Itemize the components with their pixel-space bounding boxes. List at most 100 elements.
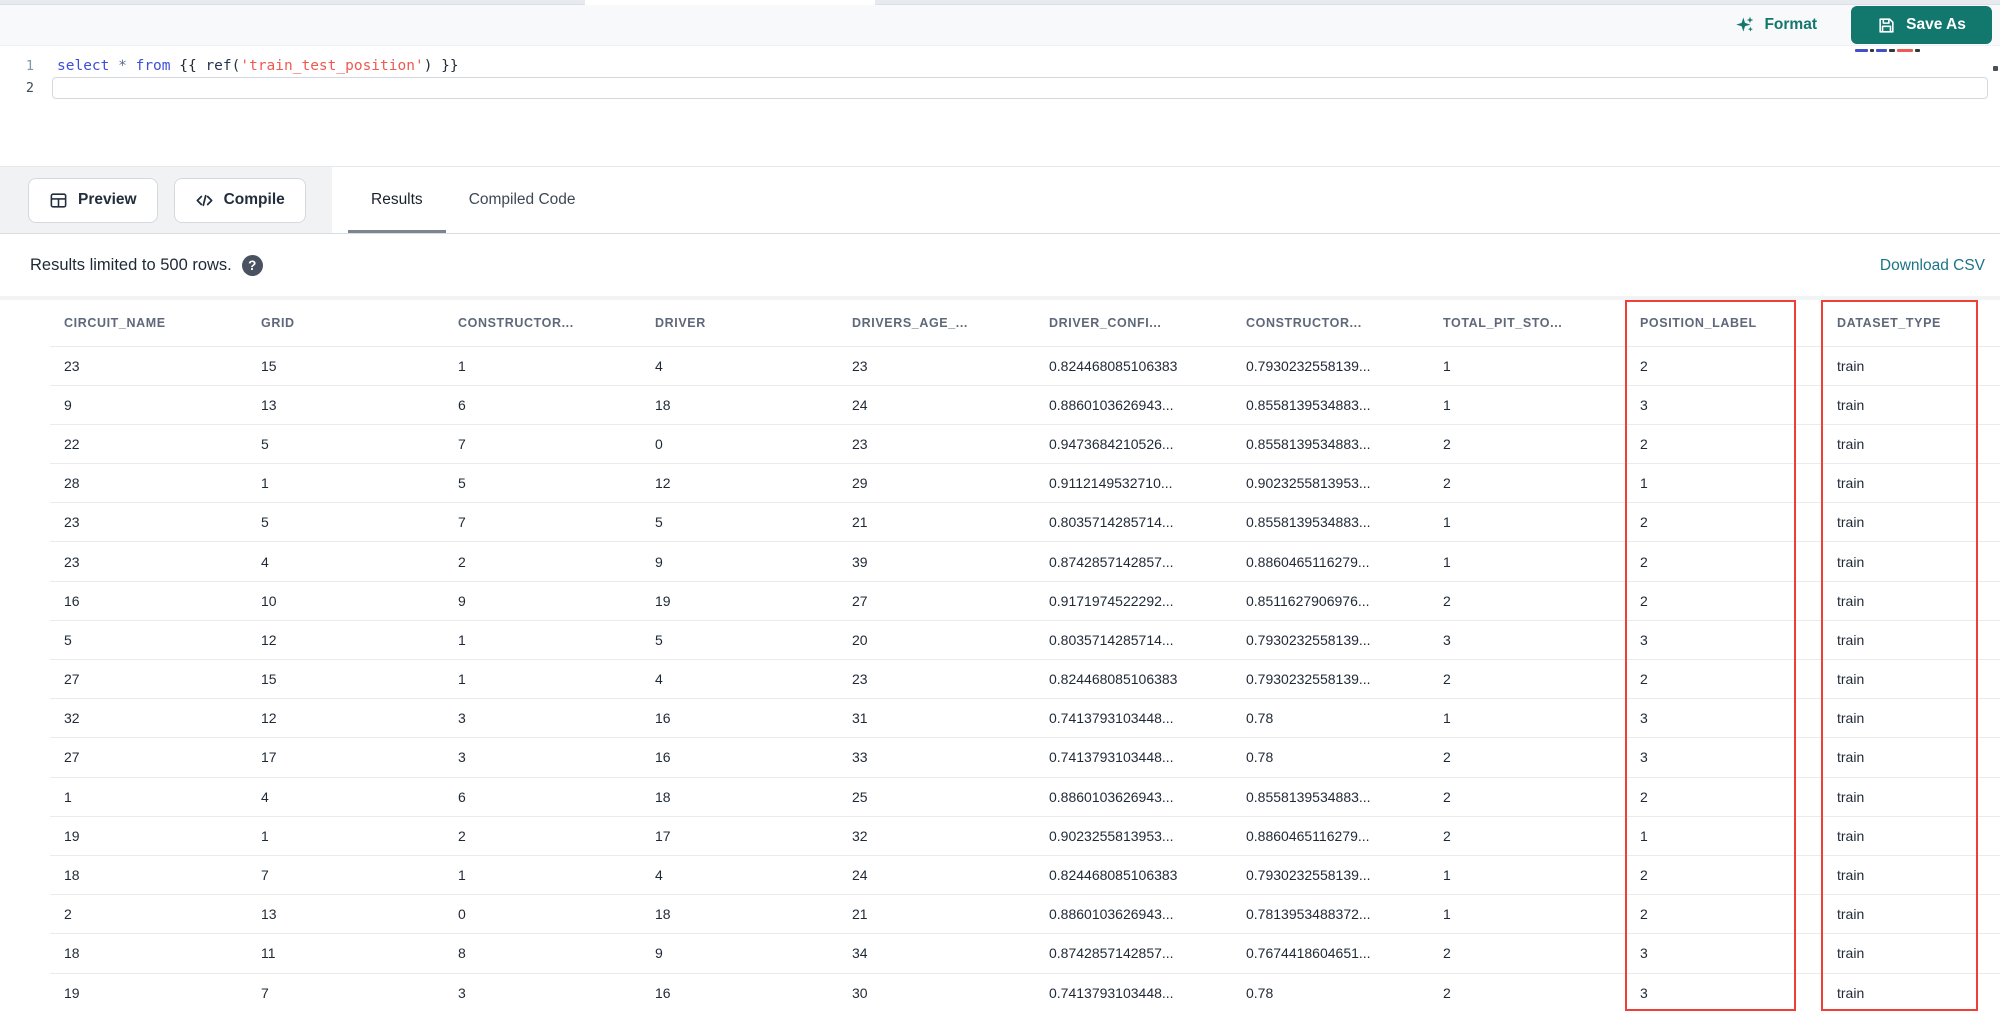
table-cell: 0.7930232558139... — [1232, 345, 1429, 386]
table-cell: 5 — [50, 619, 247, 660]
highlight-box-position-label — [1625, 300, 1796, 1011]
table-cell: 27 — [50, 737, 247, 778]
table-cell: 15 — [247, 658, 444, 699]
results-tabs: Results Compiled Code — [348, 167, 599, 233]
code-token: from — [135, 58, 171, 74]
column-header-circuit-name: CIRCUIT_NAME — [64, 315, 166, 330]
table-cell: 12 — [641, 463, 838, 503]
table-cell: 7 — [247, 854, 444, 895]
table-cell: 18 — [641, 384, 838, 425]
download-csv-link[interactable]: Download CSV — [1880, 257, 1985, 275]
table-cell: 23 — [50, 345, 247, 386]
tab-results-label: Results — [371, 191, 423, 208]
table-cell: 1 — [444, 619, 641, 660]
table-cell: 5 — [247, 502, 444, 542]
format-button[interactable]: Format — [1735, 15, 1817, 35]
results-toolbar: Preview Compile Results Compiled Code — [0, 166, 2000, 234]
code-token: 'train_test_position' — [240, 58, 424, 74]
minimap-mark — [1870, 49, 1874, 52]
table-cell: 0.8742857142857... — [1035, 541, 1232, 582]
table-cell: 0.8035714285714... — [1035, 502, 1232, 542]
preview-label: Preview — [78, 191, 137, 208]
table-cell: 0.7674418604651... — [1232, 933, 1429, 973]
code-text: select * from {{ ref('train_test_positio… — [34, 58, 459, 74]
table-cell: 0.7930232558139... — [1232, 619, 1429, 660]
table-cell: 4 — [641, 345, 838, 386]
tab-results[interactable]: Results — [348, 167, 446, 233]
editor-minimap[interactable] — [1855, 48, 1920, 53]
column-header-driver-confi: DRIVER_CONFI... — [1049, 315, 1162, 330]
code-token: ref( — [205, 58, 241, 74]
table-cell: 2 — [1429, 933, 1626, 973]
table-cell: 7 — [444, 423, 641, 464]
table-cell: 18 — [641, 894, 838, 934]
table-cell: 9 — [641, 541, 838, 582]
table-cell: 2 — [1429, 658, 1626, 699]
active-line-indicator — [52, 77, 1988, 99]
compile-button[interactable]: Compile — [173, 177, 306, 223]
minimap-mark — [1897, 49, 1913, 52]
sparkles-icon — [1735, 15, 1755, 35]
table-cell: 23 — [50, 502, 247, 542]
code-line-1: 1 select * from {{ ref('train_test_posit… — [0, 55, 2000, 77]
table-cell: 23 — [838, 423, 1035, 464]
table-cell: 31 — [838, 698, 1035, 738]
table-cell: 5 — [641, 502, 838, 542]
table-cell: 2 — [444, 541, 641, 582]
table-cell: 12 — [247, 619, 444, 660]
minimap-mark — [1876, 49, 1887, 52]
column-header-drivers-age: DRIVERS_AGE_... — [852, 315, 968, 330]
save-as-button[interactable]: Save As — [1851, 6, 1992, 44]
column-header-constructor: CONSTRUCTOR... — [458, 315, 574, 330]
results-limit-text: Results limited to 500 rows. — [30, 256, 232, 274]
table-cell: 0.9023255813953... — [1035, 815, 1232, 856]
table-cell: 1 — [1429, 698, 1626, 738]
table-cell: 1 — [1429, 894, 1626, 934]
tab-compiled-code[interactable]: Compiled Code — [446, 167, 599, 233]
table-cell: 19 — [641, 580, 838, 621]
table-cell: 13 — [247, 384, 444, 425]
table-cell: 0.8860465116279... — [1232, 541, 1429, 582]
table-cell: 2 — [1429, 463, 1626, 503]
table-cell: 0.8035714285714... — [1035, 619, 1232, 660]
table-cell: 0.8860465116279... — [1232, 815, 1429, 856]
table-cell: 0.7413793103448... — [1035, 698, 1232, 738]
table-cell: 21 — [838, 502, 1035, 542]
table-cell: 0.824468085106383 — [1035, 658, 1232, 699]
table-cell: 0.8860103626943... — [1035, 894, 1232, 934]
table-cell: 27 — [838, 580, 1035, 621]
editor-header: Format Save As — [0, 5, 2000, 46]
table-cell: 1 — [1429, 502, 1626, 542]
code-line-2: 2 — [0, 77, 2000, 99]
table-cell: 2 — [444, 815, 641, 856]
table-cell: 18 — [50, 933, 247, 973]
table-cell: 0.78 — [1232, 972, 1429, 1013]
table-cell: 6 — [444, 384, 641, 425]
table-cell: 39 — [838, 541, 1035, 582]
results-info-bar: Results limited to 500 rows. ? Download … — [0, 235, 2000, 296]
sql-editor[interactable]: 1 select * from {{ ref('train_test_posit… — [0, 46, 2000, 166]
table-cell: 3 — [444, 737, 641, 778]
code-token: ) }} — [423, 58, 459, 74]
table-cell: 23 — [50, 541, 247, 582]
code-icon — [195, 191, 214, 210]
preview-button[interactable]: Preview — [28, 177, 158, 223]
active-tab-underline — [348, 230, 446, 233]
column-header-driver: DRIVER — [655, 315, 706, 330]
table-cell: 4 — [641, 658, 838, 699]
table-cell: 0.9112149532710... — [1035, 463, 1232, 503]
help-icon[interactable]: ? — [241, 255, 263, 276]
table-cell: 16 — [641, 698, 838, 738]
toolbar-button-group: Preview Compile — [0, 167, 332, 233]
minimap-mark — [1855, 49, 1868, 52]
table-cell: 4 — [247, 776, 444, 817]
table-cell: 32 — [838, 815, 1035, 856]
table-cell: 13 — [247, 894, 444, 934]
table-cell: 18 — [641, 776, 838, 817]
table-cell: 19 — [50, 972, 247, 1013]
table-cell: 0.9473684210526... — [1035, 423, 1232, 464]
table-cell: 5 — [641, 619, 838, 660]
table-cell: 0.8860103626943... — [1035, 384, 1232, 425]
save-icon — [1877, 16, 1896, 35]
column-header-grid: GRID — [261, 315, 295, 330]
